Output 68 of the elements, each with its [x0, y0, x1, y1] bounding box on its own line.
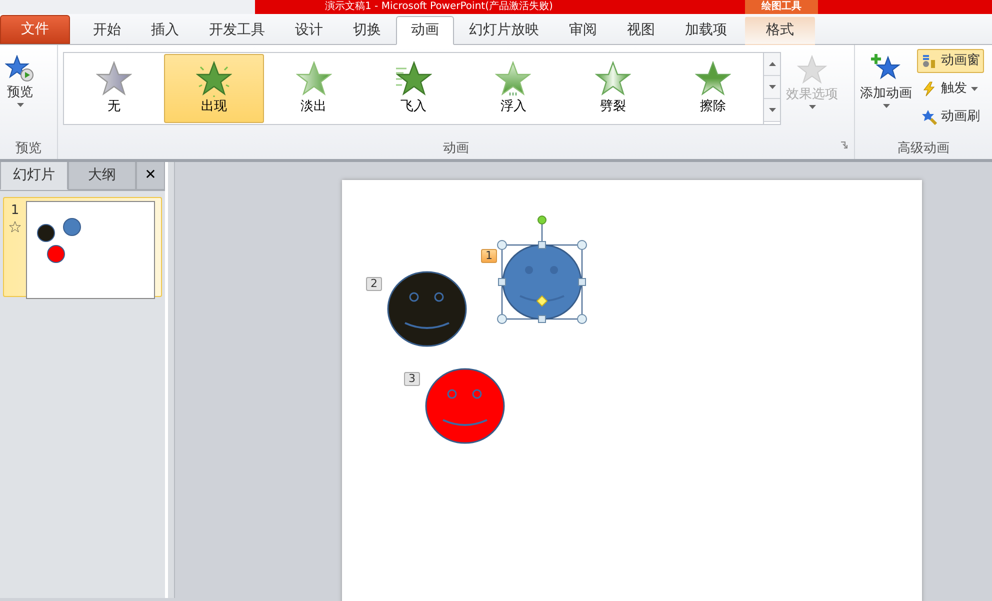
- star-icon: [797, 55, 827, 85]
- caret-icon: [882, 104, 890, 108]
- selection-handles[interactable]: [497, 216, 587, 324]
- star-icon: [9, 220, 21, 232]
- star-icon: [695, 60, 732, 97]
- more-button[interactable]: [764, 99, 780, 122]
- star-play-icon: [5, 55, 35, 83]
- ribbon-tab[interactable]: 加载项: [670, 16, 742, 45]
- animation-option[interactable]: 无: [64, 54, 164, 123]
- ribbon-tab[interactable]: 切换: [338, 16, 396, 45]
- ribbon-tab[interactable]: 幻灯片放映: [454, 16, 554, 45]
- file-tab[interactable]: 文件: [0, 15, 70, 44]
- animation-option[interactable]: 淡出: [264, 54, 364, 123]
- star-icon: [96, 60, 132, 97]
- animation-order-tag[interactable]: 1: [481, 249, 497, 263]
- ribbon-tab[interactable]: 审阅: [554, 16, 612, 45]
- animation-option[interactable]: 劈裂: [563, 54, 664, 123]
- window-title: 演示文稿1 - Microsoft PowerPoint(产品激活失败): [324, 0, 554, 14]
- arrow-icon: [768, 62, 776, 66]
- add-animation-button[interactable]: 添加动画: [855, 49, 917, 110]
- close-button[interactable]: ✕: [136, 162, 165, 190]
- slide-number: 1: [10, 202, 20, 220]
- ribbon-button[interactable]: 动画窗: [917, 49, 984, 73]
- animation-pane-icon: [921, 53, 937, 69]
- pane-tab[interactable]: 幻灯片: [0, 162, 68, 190]
- caret-icon: [971, 87, 978, 91]
- more-icon: [768, 108, 776, 112]
- smiley-thumbnail: [63, 218, 81, 236]
- smiley-face[interactable]: [425, 368, 505, 444]
- group-label: 高级动画: [896, 140, 950, 158]
- ribbon-tab[interactable]: 开始: [78, 16, 136, 45]
- scroll-down-button[interactable]: [764, 76, 780, 99]
- scroll-up-button[interactable]: [764, 53, 780, 76]
- ribbon-tab[interactable]: 视图: [612, 16, 670, 45]
- preview-button[interactable]: 预览: [0, 52, 40, 110]
- star-brush-icon: [921, 109, 937, 125]
- star-icon: [196, 60, 232, 97]
- animation-order-tag[interactable]: 3: [404, 372, 420, 386]
- caret-icon: [16, 102, 24, 106]
- slide-thumbnail-item[interactable]: 1: [3, 197, 162, 297]
- star-icon: [595, 60, 632, 97]
- caret-icon: [808, 104, 816, 108]
- ribbon-tab[interactable]: 动画: [396, 16, 454, 45]
- star-icon: [396, 60, 432, 97]
- star-icon: [495, 60, 532, 97]
- animation-option[interactable]: 飞入: [364, 54, 464, 123]
- smiley-face[interactable]: [502, 244, 582, 320]
- animation-option[interactable]: 出现: [164, 54, 264, 123]
- animation-option[interactable]: 浮入: [463, 54, 564, 123]
- lightning-icon: [921, 81, 937, 97]
- ribbon-tab[interactable]: 设计: [280, 16, 338, 45]
- ribbon-tab[interactable]: 开发工具: [194, 16, 280, 45]
- star-icon: [296, 60, 332, 97]
- animation-order-tag[interactable]: 2: [366, 277, 382, 291]
- ribbon-button[interactable]: 动画刷: [917, 105, 984, 129]
- ribbon-tab[interactable]: 插入: [136, 16, 194, 45]
- dialog-launcher-icon[interactable]: [840, 141, 848, 149]
- smiley-thumbnail: [37, 224, 55, 242]
- group-label: 预览: [14, 140, 42, 158]
- smiley-thumbnail: [47, 245, 65, 263]
- group-label: 动画: [58, 139, 854, 159]
- pane-tab[interactable]: 大纲: [68, 162, 136, 190]
- ribbon-tab[interactable]: 格式: [745, 16, 815, 45]
- animation-option[interactable]: 擦除: [663, 54, 764, 123]
- context-tab-title: 绘图工具: [745, 0, 818, 14]
- arrow-icon: [768, 84, 776, 89]
- smiley-face[interactable]: [387, 271, 467, 347]
- ribbon-button[interactable]: 触发: [917, 77, 984, 101]
